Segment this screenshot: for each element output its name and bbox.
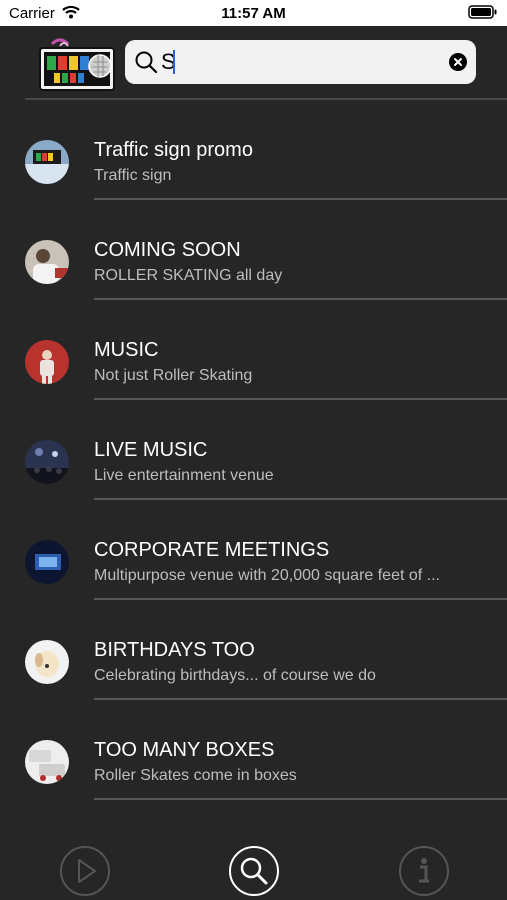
item-title: LIVE MUSIC [94, 439, 208, 461]
list-item[interactable]: Traffic sign promo Traffic sign [0, 100, 507, 200]
item-thumbnail [25, 440, 69, 484]
item-thumbnail [25, 340, 69, 384]
search-field[interactable] [125, 40, 476, 84]
item-title: BIRTHDAYS TOO [94, 639, 255, 661]
play-icon [78, 859, 96, 883]
item-title: COMING SOON [94, 239, 241, 261]
item-title: Traffic sign promo [94, 139, 253, 161]
item-thumbnail [25, 740, 69, 784]
item-subtitle: Traffic sign [94, 167, 172, 184]
item-title: MUSIC [94, 339, 159, 361]
item-subtitle: ROLLER SKATING all day [94, 267, 283, 284]
item-title: TOO MANY BOXES [94, 739, 275, 761]
item-subtitle: Not just Roller Skating [94, 367, 253, 384]
item-subtitle: Celebrating birthdays... of course we do [94, 667, 376, 684]
list-item[interactable]: COMING SOON ROLLER SKATING all day [0, 200, 507, 300]
app-header [0, 26, 507, 100]
item-subtitle: Roller Skates come in boxes [94, 767, 297, 784]
status-bar: Carrier 11:57 AM [0, 0, 507, 26]
list-item[interactable]: CORPORATE MEETINGS Multipurpose venue wi… [0, 500, 507, 600]
row-separator [94, 798, 507, 800]
search-icon [134, 50, 158, 79]
search-icon [240, 857, 268, 885]
tab-play[interactable] [60, 846, 110, 896]
item-thumbnail [25, 640, 69, 684]
tab-search[interactable] [229, 846, 279, 896]
search-input[interactable] [161, 48, 431, 76]
battery-icon [468, 5, 498, 23]
results-list: Traffic sign promo Traffic sign COMING S… [0, 100, 507, 800]
text-caret [173, 50, 175, 74]
clock-time: 11:57 AM [221, 5, 286, 22]
item-subtitle: Live entertainment venue [94, 467, 274, 484]
item-thumbnail [25, 140, 69, 184]
list-item[interactable]: BIRTHDAYS TOO Celebrating birthdays... o… [0, 600, 507, 700]
list-item[interactable]: MUSIC Not just Roller Skating [0, 300, 507, 400]
clear-search-button[interactable] [449, 53, 467, 71]
item-thumbnail [25, 540, 69, 584]
item-thumbnail [25, 240, 69, 284]
list-item[interactable]: TOO MANY BOXES Roller Skates come in box… [0, 700, 507, 800]
info-icon [419, 858, 429, 883]
tab-info[interactable] [399, 846, 449, 896]
item-title: CORPORATE MEETINGS [94, 539, 330, 561]
list-item[interactable]: LIVE MUSIC Live entertainment venue [0, 400, 507, 500]
tab-bar [0, 840, 507, 900]
item-subtitle: Multipurpose venue with 20,000 square fe… [94, 567, 440, 584]
disco-ball-events-logo[interactable] [38, 36, 118, 92]
